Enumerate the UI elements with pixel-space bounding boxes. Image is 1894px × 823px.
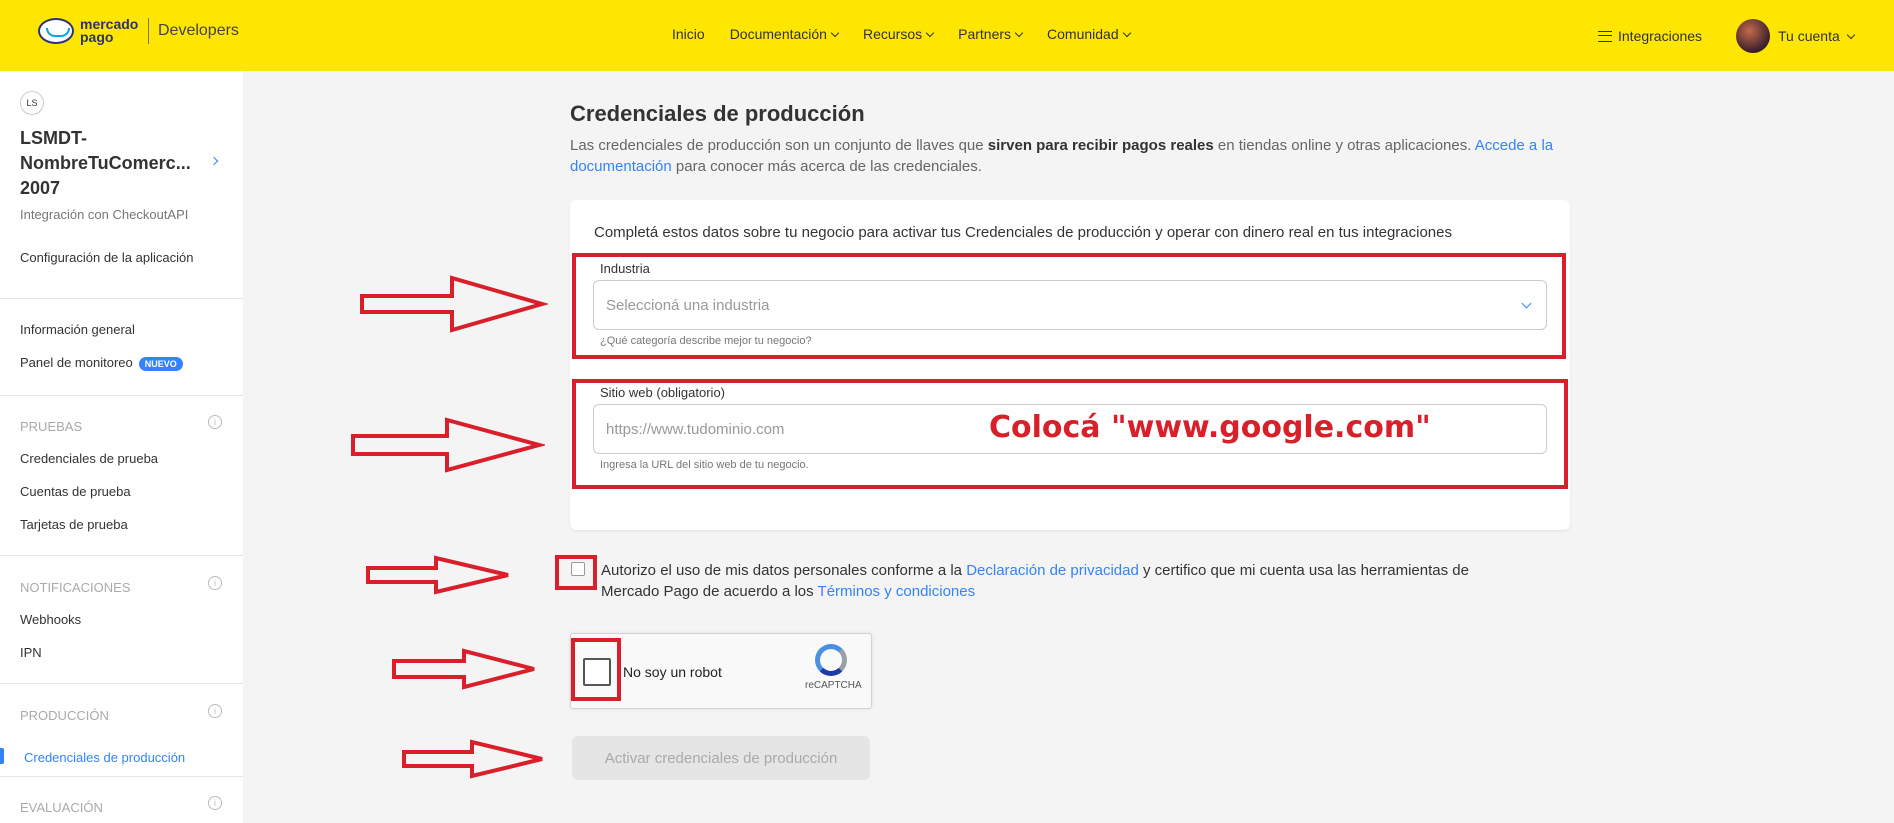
chevron-down-icon <box>925 28 935 37</box>
annotation-box-recaptcha <box>571 638 621 701</box>
consent-text: Autorizo el uso de mis datos personales … <box>601 560 1521 602</box>
card-intro: Completá estos datos sobre tu negocio pa… <box>594 224 1452 241</box>
sidebar-item-prod-credentials[interactable]: Credenciales de producción <box>24 750 185 765</box>
annotation-box-consent <box>555 555 597 590</box>
sidebar-item-app-config[interactable]: Configuración de la aplicación <box>20 250 193 265</box>
page-description: Las credenciales de producción son un co… <box>570 135 1570 177</box>
section-pruebas: PRUEBAS <box>20 419 83 434</box>
nav-comunidad[interactable]: Comunidad <box>1047 26 1131 42</box>
chevron-down-icon <box>1122 28 1131 37</box>
sidebar-item-webhooks[interactable]: Webhooks <box>20 612 81 627</box>
terms-link[interactable]: Términos y condiciones <box>818 583 976 600</box>
top-header: mercado pago Developers Inicio Documenta… <box>0 0 1894 71</box>
new-badge: NUEVO <box>138 357 183 371</box>
recaptcha-brand: reCAPTCHA <box>805 680 862 691</box>
desc-text: para conocer más acerca de las credencia… <box>671 158 982 175</box>
annotation-box-industry <box>572 253 1566 359</box>
chevron-down-icon <box>1014 28 1024 37</box>
section-produccion: PRODUCCIÓN <box>20 708 109 723</box>
list-icon <box>1598 30 1612 42</box>
sidebar-item-test-accounts[interactable]: Cuentas de prueba <box>20 484 131 499</box>
sidebar-item-test-cards[interactable]: Tarjetas de prueba <box>20 517 128 532</box>
sidebar-divider <box>0 776 243 777</box>
annotation-note: Colocá "www.google.com" <box>989 410 1431 445</box>
sidebar-item-monitor[interactable]: Panel de monitoreo NUEVO <box>20 355 183 371</box>
page-title: Credenciales de producción <box>570 101 865 126</box>
sidebar-item-test-credentials[interactable]: Credenciales de prueba <box>20 451 158 466</box>
chevron-down-icon <box>1846 30 1855 39</box>
arrow-icon <box>360 275 548 333</box>
sidebar-divider <box>0 395 243 396</box>
nav-documentacion[interactable]: Documentación <box>729 26 840 42</box>
info-icon[interactable]: i <box>208 704 222 718</box>
sidebar-item-label: Panel de monitoreo <box>20 355 133 370</box>
active-indicator <box>0 748 4 764</box>
desc-text: en tiendas online y otras aplicaciones. <box>1213 137 1475 154</box>
nav-inicio[interactable]: Inicio <box>672 26 705 42</box>
arrow-icon <box>366 555 509 595</box>
account-label: Tu cuenta <box>1778 28 1840 44</box>
logo-divider <box>148 18 149 44</box>
main-nav: Inicio Documentación Recursos Partners C… <box>672 26 1131 42</box>
info-icon[interactable]: i <box>208 415 222 429</box>
integrations-link[interactable]: Integraciones <box>1598 28 1702 44</box>
avatar <box>1736 19 1770 53</box>
app-badge: LS <box>20 91 44 115</box>
arrow-icon <box>351 417 545 473</box>
info-icon[interactable]: i <box>208 576 222 590</box>
app-name[interactable]: LSMDT-NombreTuComerc... 2007 <box>20 126 220 201</box>
arrow-icon <box>392 648 535 690</box>
privacy-link[interactable]: Declaración de privacidad <box>966 562 1139 579</box>
sidebar-divider <box>0 298 243 299</box>
sidebar: LS LSMDT-NombreTuComerc... 2007 Integrac… <box>0 71 243 823</box>
logo-text: mercado pago <box>80 16 139 45</box>
sidebar-divider <box>0 555 243 556</box>
mercado-pago-logo[interactable]: mercado pago Developers <box>38 16 239 45</box>
account-menu[interactable]: Tu cuenta <box>1736 19 1855 53</box>
logo-developers: Developers <box>158 22 239 39</box>
section-notificaciones: NOTIFICACIONES <box>20 580 131 595</box>
recaptcha-icon <box>815 644 847 676</box>
sidebar-item-ipn[interactable]: IPN <box>20 645 42 660</box>
arrow-icon <box>402 739 543 779</box>
consent-part: Autorizo el uso de mis datos personales … <box>601 562 967 579</box>
nav-recursos[interactable]: Recursos <box>862 26 935 42</box>
sidebar-divider <box>0 683 243 684</box>
nav-label: Comunidad <box>1047 26 1119 42</box>
app-subtitle: Integración con CheckoutAPI <box>20 207 189 222</box>
sidebar-item-general[interactable]: Información general <box>20 322 135 337</box>
handshake-icon <box>38 18 74 44</box>
integrations-label: Integraciones <box>1618 28 1703 44</box>
desc-text: Las credenciales de producción son un co… <box>570 137 988 154</box>
chevron-down-icon <box>830 28 840 37</box>
nav-label: Partners <box>958 26 1012 42</box>
info-icon[interactable]: i <box>208 796 222 810</box>
desc-bold: sirven para recibir pagos reales <box>987 137 1214 154</box>
nav-label: Inicio <box>672 26 705 42</box>
activate-credentials-button[interactable]: Activar credenciales de producción <box>572 736 870 780</box>
nav-partners[interactable]: Partners <box>958 26 1024 42</box>
nav-label: Recursos <box>862 26 923 42</box>
section-evaluacion: EVALUACIÓN <box>20 800 103 815</box>
nav-label: Documentación <box>729 26 827 42</box>
recaptcha-label: No soy un robot <box>623 664 722 680</box>
